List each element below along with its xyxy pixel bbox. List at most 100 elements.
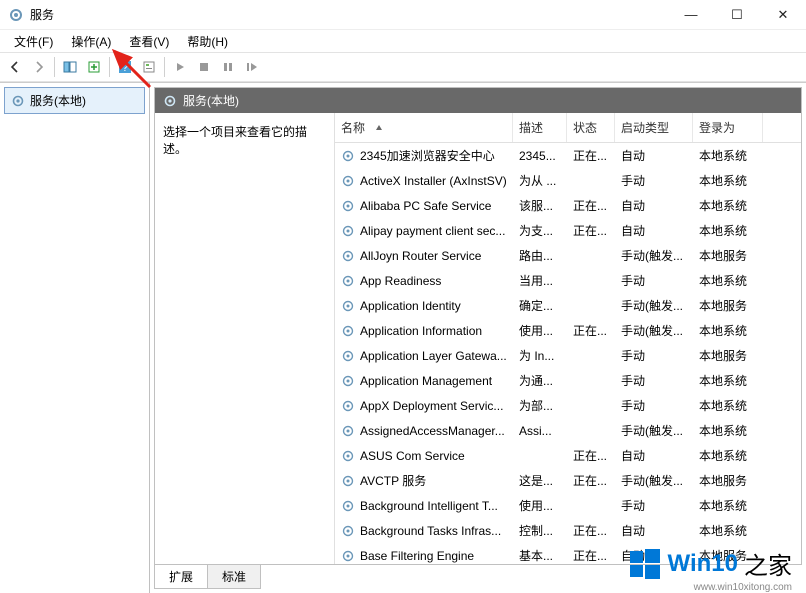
service-row[interactable]: Application Management为通...手动本地系统 (335, 368, 801, 393)
gear-icon (341, 499, 355, 513)
service-logon-cell: 本地服务 (693, 545, 763, 564)
service-row[interactable]: ActiveX Installer (AxInstSV)为从 ...手动本地系统 (335, 168, 801, 193)
service-start-cell: 手动(触发... (615, 245, 693, 266)
service-name-cell: Base Filtering Engine (335, 547, 513, 565)
menu-help[interactable]: 帮助(H) (179, 31, 236, 52)
menu-view[interactable]: 查看(V) (121, 31, 177, 52)
maximize-button[interactable]: ☐ (714, 0, 760, 30)
service-name: ActiveX Installer (AxInstSV) (360, 174, 507, 188)
properties-button[interactable] (138, 56, 160, 78)
stop-service-button[interactable] (193, 56, 215, 78)
service-row[interactable]: AllJoyn Router Service路由...手动(触发...本地服务 (335, 243, 801, 268)
service-name: Background Intelligent T... (360, 499, 498, 513)
description-pane: 选择一个项目来查看它的描述。 (155, 113, 335, 564)
show-hide-tree-button[interactable] (59, 56, 81, 78)
help-button[interactable]: ? (114, 56, 136, 78)
service-start-cell: 手动 (615, 345, 693, 366)
service-logon-cell: 本地系统 (693, 195, 763, 216)
tab-standard[interactable]: 标准 (207, 565, 261, 589)
service-name-cell: AllJoyn Router Service (335, 247, 513, 265)
service-row[interactable]: AppX Deployment Servic...为部...手动本地系统 (335, 393, 801, 418)
service-logon-cell: 本地服务 (693, 245, 763, 266)
service-name: Alibaba PC Safe Service (360, 199, 491, 213)
service-name: ASUS Com Service (360, 449, 465, 463)
window-title: 服务 (30, 6, 668, 23)
service-row[interactable]: ASUS Com Service正在...自动本地系统 (335, 443, 801, 468)
start-service-button[interactable] (169, 56, 191, 78)
service-row[interactable]: Alibaba PC Safe Service该服...正在...自动本地系统 (335, 193, 801, 218)
back-button[interactable] (4, 56, 26, 78)
export-list-button[interactable] (83, 56, 105, 78)
menu-file[interactable]: 文件(F) (6, 31, 61, 52)
service-name-cell: Application Layer Gatewa... (335, 347, 513, 365)
service-logon-cell: 本地系统 (693, 445, 763, 466)
gear-icon (341, 524, 355, 538)
detail-header-title: 服务(本地) (183, 92, 239, 109)
service-name: App Readiness (360, 274, 441, 288)
service-name-cell: ActiveX Installer (AxInstSV) (335, 172, 513, 190)
service-name: Alipay payment client sec... (360, 224, 505, 238)
service-start-cell: 手动 (615, 170, 693, 191)
tab-extended[interactable]: 扩展 (154, 565, 208, 589)
service-start-cell: 手动(触发... (615, 420, 693, 441)
gear-icon (341, 349, 355, 363)
gear-icon (11, 94, 25, 108)
service-desc-cell: 为 In... (513, 345, 567, 366)
service-name: Base Filtering Engine (360, 549, 474, 563)
gear-icon (341, 149, 355, 163)
service-status-cell: 正在... (567, 320, 615, 341)
forward-button[interactable] (28, 56, 50, 78)
gear-icon (341, 424, 355, 438)
toolbar-separator (109, 57, 110, 77)
service-name-cell: Alipay payment client sec... (335, 222, 513, 240)
service-desc-cell: 基本... (513, 545, 567, 564)
toolbar-separator (54, 57, 55, 77)
service-desc-cell: Assi... (513, 422, 567, 440)
close-button[interactable]: ✕ (760, 0, 806, 30)
service-row[interactable]: AVCTP 服务这是...正在...手动(触发...本地服务 (335, 468, 801, 493)
column-startup-type[interactable]: 启动类型 (615, 113, 693, 142)
gear-icon (341, 174, 355, 188)
service-row[interactable]: Application Information使用...正在...手动(触发..… (335, 318, 801, 343)
service-desc-cell: 使用... (513, 495, 567, 516)
service-name-cell: Alibaba PC Safe Service (335, 197, 513, 215)
gear-icon (341, 224, 355, 238)
service-name-cell: Background Intelligent T... (335, 497, 513, 515)
menu-action[interactable]: 操作(A) (63, 31, 119, 52)
service-row[interactable]: AssignedAccessManager...Assi...手动(触发...本… (335, 418, 801, 443)
column-headers: 名称 描述 状态 启动类型 登录为 (335, 113, 801, 143)
service-start-cell: 自动 (615, 145, 693, 166)
service-name: Application Management (360, 374, 492, 388)
column-description[interactable]: 描述 (513, 113, 567, 142)
service-row[interactable]: 2345加速浏览器安全中心2345...正在...自动本地系统 (335, 143, 801, 168)
service-row[interactable]: Background Tasks Infras...控制...正在...自动本地… (335, 518, 801, 543)
service-desc-cell: 2345... (513, 147, 567, 165)
column-logon-as[interactable]: 登录为 (693, 113, 763, 142)
service-row[interactable]: Base Filtering Engine基本...正在...自动本地服务 (335, 543, 801, 564)
service-name-cell: Application Identity (335, 297, 513, 315)
column-status[interactable]: 状态 (567, 113, 615, 142)
service-row[interactable]: Background Intelligent T...使用...手动本地系统 (335, 493, 801, 518)
service-logon-cell: 本地系统 (693, 220, 763, 241)
service-start-cell: 手动(触发... (615, 320, 693, 341)
service-start-cell: 手动 (615, 270, 693, 291)
close-icon: ✕ (778, 7, 789, 23)
service-row[interactable]: Application Identity确定...手动(触发...本地服务 (335, 293, 801, 318)
service-row[interactable]: Alipay payment client sec...为支...正在...自动… (335, 218, 801, 243)
service-logon-cell: 本地系统 (693, 270, 763, 291)
restart-service-button[interactable] (241, 56, 263, 78)
service-status-cell (567, 254, 615, 258)
pause-service-button[interactable] (217, 56, 239, 78)
service-row[interactable]: Application Layer Gatewa...为 In... 手动本地服务 (335, 343, 801, 368)
toolbar: ? (0, 52, 806, 82)
service-start-cell: 手动 (615, 395, 693, 416)
service-row[interactable]: App Readiness当用...手动本地系统 (335, 268, 801, 293)
gear-icon (341, 199, 355, 213)
service-logon-cell: 本地服务 (693, 345, 763, 366)
tree-root-item[interactable]: 服务(本地) (4, 87, 145, 114)
minimize-button[interactable]: — (668, 0, 714, 30)
services-rows[interactable]: 2345加速浏览器安全中心2345...正在...自动本地系统ActiveX I… (335, 143, 801, 564)
service-status-cell (567, 279, 615, 283)
column-name[interactable]: 名称 (335, 113, 513, 142)
service-logon-cell: 本地系统 (693, 170, 763, 191)
